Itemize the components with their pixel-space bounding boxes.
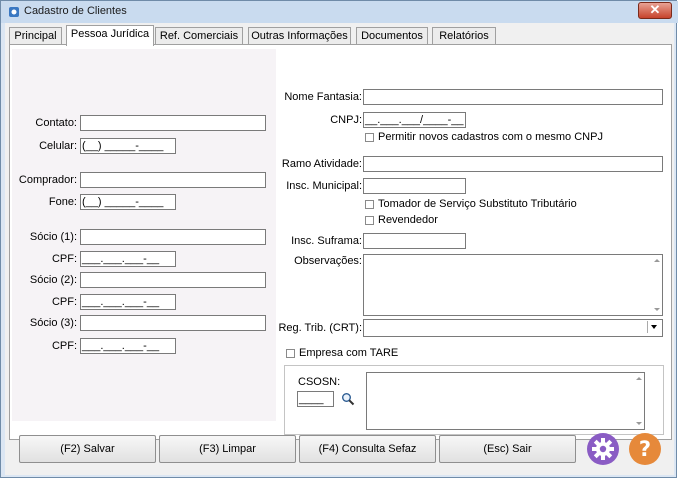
- fone-label: Fone:: [48, 196, 77, 208]
- insc-municipal-label: Insc. Municipal:: [286, 180, 362, 192]
- cpf2-input[interactable]: ___.___.___-__: [80, 294, 176, 310]
- insc-suframa-input[interactable]: [363, 233, 466, 249]
- title-bar: Cadastro de Clientes ✕: [1, 1, 678, 23]
- reg-trib-label: Reg. Trib. (CRT):: [278, 322, 362, 334]
- cpf2-label: CPF:: [51, 296, 77, 308]
- celular-input[interactable]: (__) _____-____: [80, 138, 176, 154]
- cpf3-input[interactable]: ___.___.___-__: [80, 338, 176, 354]
- comprador-input[interactable]: [80, 172, 266, 188]
- tab-relatorios[interactable]: Relatórios: [432, 27, 496, 45]
- search-icon[interactable]: [341, 392, 355, 406]
- tare-checkbox[interactable]: [286, 349, 295, 358]
- nome-fantasia-input[interactable]: [363, 89, 663, 105]
- svg-text:?: ?: [639, 437, 651, 461]
- gear-icon[interactable]: [586, 432, 620, 466]
- ramo-atividade-input[interactable]: [363, 156, 663, 172]
- close-button[interactable]: ✕: [638, 2, 672, 19]
- observacoes-textarea[interactable]: [363, 254, 663, 316]
- observacoes-label: Observações:: [294, 255, 362, 267]
- insc-suframa-label: Insc. Suframa:: [291, 235, 362, 247]
- csosn-input[interactable]: ____: [297, 391, 334, 407]
- csosn-description[interactable]: [366, 372, 645, 430]
- celular-label: Celular:: [39, 140, 77, 152]
- tab-outras-informacoes[interactable]: Outras Informações: [248, 27, 351, 45]
- save-button[interactable]: (F2) Salvar: [19, 435, 156, 463]
- socio3-label: Sócio (3):: [29, 317, 77, 329]
- comprador-label: Comprador:: [18, 174, 77, 186]
- cpf1-input[interactable]: ___.___.___-__: [80, 251, 176, 267]
- fone-input[interactable]: (__) _____-____: [80, 194, 176, 210]
- contato-label: Contato:: [35, 117, 77, 129]
- cnpj-label: CNPJ:: [330, 114, 362, 126]
- revendedor-label: Revendedor: [378, 214, 438, 226]
- tab-pessoa-juridica[interactable]: Pessoa Jurídica: [66, 25, 154, 46]
- socio2-input[interactable]: [80, 272, 266, 288]
- permitir-cnpj-checkbox[interactable]: [365, 133, 374, 142]
- window-title: Cadastro de Clientes: [24, 5, 127, 17]
- app-icon: [9, 7, 19, 17]
- reg-trib-select[interactable]: [363, 319, 663, 337]
- nome-fantasia-label: Nome Fantasia:: [284, 91, 362, 103]
- pessoa-juridica-panel: Contato: Celular: (__) _____-____ Compra…: [9, 44, 672, 440]
- tab-principal[interactable]: Principal: [9, 27, 62, 45]
- contato-input[interactable]: [80, 115, 266, 131]
- cpf1-label: CPF:: [51, 253, 77, 265]
- socio2-label: Sócio (2):: [29, 274, 77, 286]
- tomador-label: Tomador de Serviço Substituto Tributário: [378, 198, 577, 210]
- tab-ref-comerciais[interactable]: Ref. Comerciais: [155, 27, 243, 45]
- exit-button[interactable]: (Esc) Sair: [439, 435, 576, 463]
- chevron-down-icon[interactable]: [647, 321, 661, 333]
- left-pane: Contato: Celular: (__) _____-____ Compra…: [12, 49, 276, 421]
- revendedor-checkbox[interactable]: [365, 216, 374, 225]
- clear-button[interactable]: (F3) Limpar: [159, 435, 296, 463]
- cnpj-input[interactable]: __.___.___/____-__: [363, 112, 466, 128]
- csosn-label: CSOSN:: [298, 376, 341, 388]
- tare-label: Empresa com TARE: [299, 347, 399, 359]
- socio1-input[interactable]: [80, 229, 266, 245]
- csosn-group: CSOSN: ____: [284, 365, 664, 435]
- consulta-sefaz-button[interactable]: (F4) Consulta Sefaz: [299, 435, 436, 463]
- tomador-checkbox[interactable]: [365, 200, 374, 209]
- permitir-cnpj-label: Permitir novos cadastros com o mesmo CNP…: [378, 131, 603, 143]
- observacoes-scrollbar[interactable]: [652, 255, 662, 315]
- client-area: Principal Pessoa Jurídica Ref. Comerciai…: [5, 23, 674, 475]
- help-icon[interactable]: ?: [628, 432, 662, 466]
- cpf3-label: CPF:: [51, 340, 77, 352]
- socio3-input[interactable]: [80, 315, 266, 331]
- tab-documentos[interactable]: Documentos: [356, 27, 428, 45]
- socio1-label: Sócio (1):: [29, 231, 77, 243]
- ramo-atividade-label: Ramo Atividade:: [281, 158, 362, 170]
- client-register-window: Cadastro de Clientes ✕ Principal Pessoa …: [0, 0, 678, 478]
- insc-municipal-input[interactable]: [363, 178, 466, 194]
- csosn-scrollbar[interactable]: [634, 373, 644, 429]
